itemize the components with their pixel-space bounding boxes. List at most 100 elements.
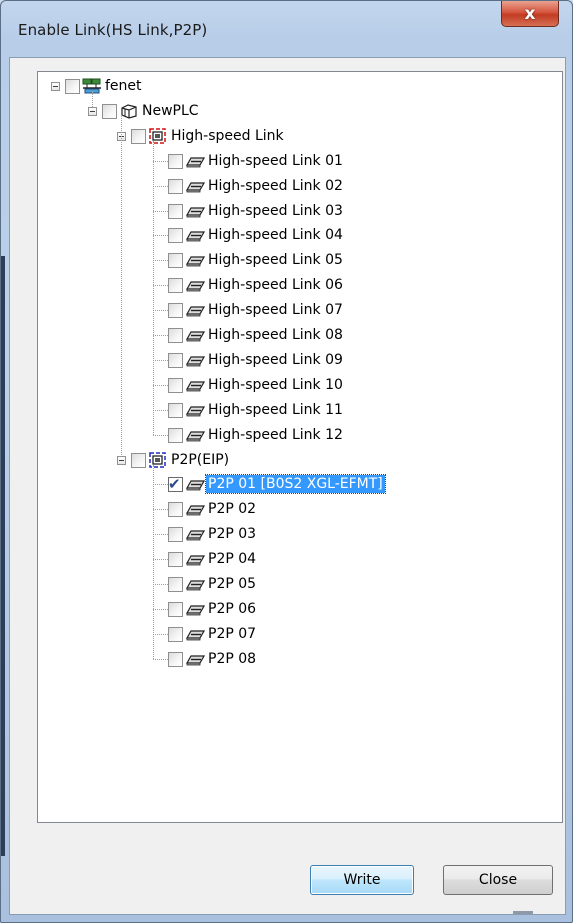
tree-node-high-speed-link-checkbox[interactable]	[131, 128, 146, 144]
tree-node-newplc-expander[interactable]	[88, 106, 97, 116]
tree-item-hs-link-label[interactable]: High-speed Link 09	[206, 351, 345, 369]
tree-item-hs-link-label[interactable]: High-speed Link 05	[206, 251, 345, 269]
tree-item-p2p-checkbox[interactable]	[168, 577, 183, 592]
tree-item-p2p-label[interactable]: P2P 04	[206, 550, 258, 568]
tree-item-hs-link-checkbox[interactable]	[168, 402, 183, 418]
dialog-window: Enable Link(HS Link,P2P) x fenet NewPLC Hi…	[0, 0, 573, 923]
tree-node-fenet-checkbox[interactable]	[65, 79, 80, 94]
tree-item-hs-link-label[interactable]: High-speed Link 04	[206, 226, 345, 244]
tree-item-p2p-label[interactable]: P2P 03	[206, 525, 258, 543]
tree-item-p2p-checkbox[interactable]: ✔	[168, 475, 183, 494]
link-icon	[185, 501, 206, 521]
resize-grip[interactable]	[513, 911, 533, 914]
tree-connector	[153, 160, 168, 162]
write-button[interactable]: Write	[310, 865, 414, 895]
tree-item-hs-link-label[interactable]: High-speed Link 07	[206, 301, 345, 319]
tree-item-p2p-checkbox[interactable]	[168, 552, 183, 568]
tree-item-p2p-label[interactable]: P2P 07	[206, 625, 258, 643]
tree-connector	[153, 285, 168, 287]
tree-item-p2p-label[interactable]: P2P 06	[206, 600, 258, 618]
link-icon	[185, 651, 206, 671]
tree-item-p2p-label[interactable]: P2P 08	[206, 650, 258, 668]
link-icon	[185, 402, 206, 422]
tree-item-p2p-checkbox[interactable]	[168, 527, 183, 543]
tree-item-hs-link-checkbox[interactable]	[168, 377, 183, 393]
tree-item-hs-link-checkbox[interactable]	[168, 278, 183, 294]
link-icon	[185, 476, 206, 496]
tree-node-fenet-expander[interactable]	[51, 82, 60, 91]
tree-item-p2p-checkbox[interactable]	[168, 651, 183, 667]
window-edge-shadow	[1, 256, 5, 856]
link-icon	[185, 526, 206, 546]
close-icon: x	[524, 3, 536, 24]
tree-item-hs-link-checkbox[interactable]	[168, 253, 183, 269]
tree-connector	[153, 210, 168, 212]
link-icon	[185, 153, 206, 173]
link-icon	[185, 576, 206, 596]
tree-item-hs-link-label[interactable]: High-speed Link 06	[206, 276, 345, 294]
checkmark-icon: ✔	[168, 475, 181, 494]
tree-item-hs-link-checkbox[interactable]	[168, 427, 183, 443]
tree-connector	[92, 91, 93, 107]
tree-connector	[153, 584, 168, 585]
tree-item-hs-link-checkbox[interactable]	[168, 178, 183, 194]
tree-node-p2p-checkbox[interactable]	[131, 452, 146, 468]
close-button[interactable]: Close	[443, 865, 553, 895]
tree-connector	[153, 464, 154, 659]
plc-cube-icon	[119, 103, 139, 123]
window-title: Enable Link(HS Link,P2P)	[18, 21, 208, 39]
tree-item-hs-link-label[interactable]: High-speed Link 10	[206, 376, 345, 394]
tree-item-p2p-label[interactable]: P2P 01 [B0S2 XGL-EFMT]	[205, 474, 386, 495]
link-icon	[185, 178, 206, 198]
tree-item-hs-link-label[interactable]: High-speed Link 03	[206, 202, 345, 220]
link-icon	[185, 252, 206, 272]
tree-item-hs-link-checkbox[interactable]	[168, 203, 183, 219]
tree-item-hs-link-label[interactable]: High-speed Link 01	[206, 152, 345, 170]
tree-node-fenet-label[interactable]: fenet	[103, 77, 144, 95]
tree-item-hs-link-label[interactable]: High-speed Link 02	[206, 177, 345, 195]
hs-link-group-icon	[148, 128, 168, 148]
tree-item-p2p-checkbox[interactable]	[168, 601, 183, 617]
link-icon	[185, 601, 206, 621]
tree-node-newplc-checkbox[interactable]	[102, 103, 117, 119]
tree-item-p2p-label[interactable]: P2P 05	[206, 575, 258, 593]
link-tree-view[interactable]: fenet NewPLC High-speed Link High-speed Lin…	[37, 71, 563, 823]
title-bar[interactable]: Enable Link(HS Link,P2P) x	[1, 1, 573, 57]
window-close-button[interactable]: x	[501, 1, 559, 27]
tree-connector	[153, 633, 168, 635]
tree-item-hs-link-label[interactable]: High-speed Link 12	[206, 426, 345, 444]
link-icon	[185, 352, 206, 372]
tree-connector	[153, 484, 168, 486]
tree-item-p2p-checkbox[interactable]	[168, 502, 183, 518]
tree-connector	[153, 509, 168, 511]
tree-item-hs-link-checkbox[interactable]	[168, 153, 183, 169]
tree-node-newplc-label[interactable]: NewPLC	[140, 102, 201, 120]
tree-item-hs-link-checkbox[interactable]	[168, 303, 183, 319]
tree-connector	[153, 559, 168, 561]
tree-connector	[153, 185, 168, 187]
tree-connector	[153, 140, 154, 435]
tree-node-p2p-expander[interactable]	[117, 455, 126, 465]
tree-item-hs-link-checkbox[interactable]	[168, 352, 183, 368]
link-icon	[185, 277, 206, 297]
tree-connector	[153, 434, 168, 436]
tree-connector	[153, 384, 168, 386]
link-icon	[185, 377, 206, 397]
link-icon	[185, 327, 206, 347]
tree-connector	[121, 115, 122, 456]
tree-item-hs-link-label[interactable]: High-speed Link 11	[206, 401, 345, 419]
tree-item-p2p-label[interactable]: P2P 02	[206, 500, 258, 518]
p2p-group-icon	[148, 451, 168, 472]
tree-connector	[153, 658, 168, 660]
tree-connector	[153, 409, 168, 411]
tree-item-p2p-checkbox[interactable]	[168, 626, 183, 642]
link-icon	[185, 626, 206, 646]
tree-item-hs-link-label[interactable]: High-speed Link 08	[206, 326, 345, 344]
tree-connector	[153, 359, 168, 361]
link-icon	[185, 302, 206, 322]
tree-node-p2p-label[interactable]: P2P(EIP)	[169, 451, 231, 469]
tree-item-hs-link-checkbox[interactable]	[168, 328, 183, 343]
tree-item-hs-link-checkbox[interactable]	[168, 228, 183, 244]
link-icon	[185, 427, 206, 447]
tree-node-high-speed-link-label[interactable]: High-speed Link	[169, 127, 286, 145]
